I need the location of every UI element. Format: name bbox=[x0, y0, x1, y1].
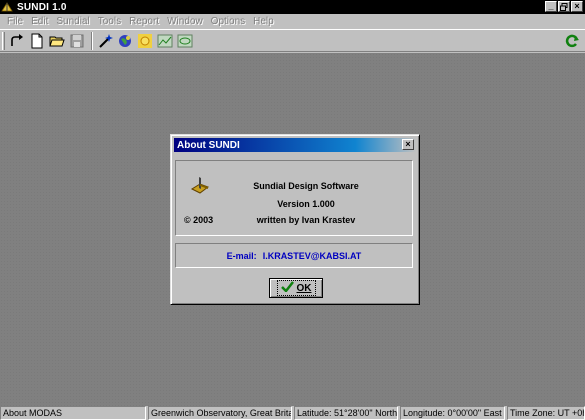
toolbar-separator bbox=[91, 31, 93, 50]
chart-icon[interactable] bbox=[156, 32, 174, 50]
about-info-panel: Sundial Design Software Version 1.000 © … bbox=[175, 160, 413, 236]
save-disk-icon[interactable] bbox=[68, 32, 86, 50]
menu-tools[interactable]: Tools bbox=[94, 16, 125, 27]
menu-file[interactable]: File bbox=[3, 16, 27, 27]
open-folder-icon[interactable] bbox=[48, 32, 66, 50]
status-bar: About MODAS Greenwich Observatory, Great… bbox=[0, 406, 585, 420]
magic-wand-icon[interactable] bbox=[96, 32, 114, 50]
menu-options[interactable]: Options bbox=[207, 16, 249, 27]
about-dialog: About SUNDI × Sundial Design Software Ve… bbox=[170, 134, 420, 305]
menu-window[interactable]: Window bbox=[163, 16, 207, 27]
menu-report[interactable]: Report bbox=[125, 16, 163, 27]
status-location: Greenwich Observatory, Great Britain bbox=[148, 406, 292, 420]
redo-arrow-icon[interactable] bbox=[8, 32, 26, 50]
checkmark-icon bbox=[280, 281, 294, 295]
toolbar-grip[interactable] bbox=[2, 31, 5, 50]
window-title: SUNDI 1.0 bbox=[17, 1, 67, 13]
dialog-title-bar[interactable]: About SUNDI × bbox=[174, 138, 416, 152]
ok-button[interactable]: OK bbox=[269, 278, 323, 298]
dialog-title: About SUNDI bbox=[177, 139, 240, 151]
sun-icon[interactable] bbox=[136, 32, 154, 50]
restore-button[interactable] bbox=[558, 1, 570, 12]
app-icon[interactable] bbox=[0, 0, 14, 14]
close-button[interactable]: × bbox=[571, 1, 583, 12]
email-label: E-mail: bbox=[226, 250, 257, 261]
status-latitude: Latitude: 51°28'00" North bbox=[294, 406, 398, 420]
email-panel: E-mail: I.KRASTEV@KABSI.AT bbox=[175, 243, 413, 268]
email-link[interactable]: I.KRASTEV@KABSI.AT bbox=[263, 251, 362, 261]
copyright-text: © 2003 bbox=[184, 215, 214, 225]
minimize-button[interactable]: _ bbox=[545, 1, 557, 12]
status-message: About MODAS bbox=[0, 406, 146, 420]
sundial-logo-icon bbox=[190, 175, 210, 195]
menu-help[interactable]: Help bbox=[249, 16, 278, 27]
status-timezone: Time Zone: UT +0h bbox=[507, 406, 585, 420]
ok-label: OK bbox=[296, 282, 312, 294]
product-name: Sundial Design Software bbox=[253, 181, 359, 191]
globe-icon[interactable] bbox=[116, 32, 134, 50]
status-longitude: Longitude: 0°00'00" East bbox=[400, 406, 505, 420]
toolbar bbox=[0, 29, 585, 52]
author-text: written by Ivan Krastev bbox=[256, 215, 356, 225]
preview-icon[interactable] bbox=[176, 32, 194, 50]
menu-bar: File Edit Sundial Tools Report Window Op… bbox=[0, 14, 585, 29]
menu-sundial[interactable]: Sundial bbox=[52, 16, 93, 27]
refresh-icon[interactable] bbox=[564, 33, 580, 49]
new-file-icon[interactable] bbox=[28, 32, 46, 50]
dialog-close-button[interactable]: × bbox=[402, 139, 414, 150]
title-bar: SUNDI 1.0 _ × bbox=[0, 0, 585, 14]
version-text: Version 1.000 bbox=[277, 199, 335, 209]
menu-edit[interactable]: Edit bbox=[27, 16, 52, 27]
